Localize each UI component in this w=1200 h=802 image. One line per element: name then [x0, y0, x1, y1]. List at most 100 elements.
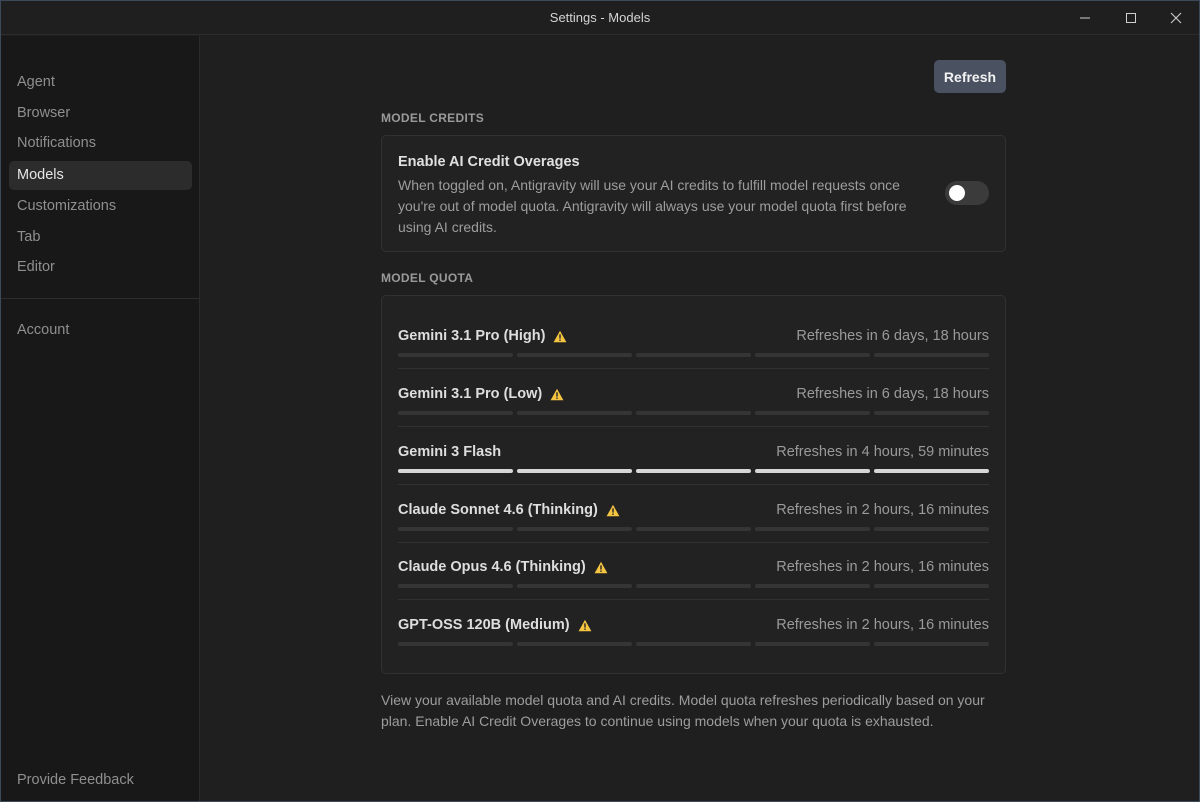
model-quota-row: Claude Sonnet 4.6 (Thinking) Refreshes in… [398, 488, 989, 546]
model-credits-heading: MODEL CREDITS [381, 111, 485, 125]
quota-bar-segment [636, 642, 751, 646]
sidebar-divider [1, 298, 200, 299]
warning-icon [554, 330, 567, 342]
quota-progress-bar [398, 353, 989, 357]
quota-bar-segment [755, 469, 870, 473]
model-quota-row: Gemini 3.1 Pro (Low) Refreshes in 6 days,… [398, 372, 989, 430]
model-quota-row: GPT-OSS 120B (Medium) Refreshes in 2 hour… [398, 603, 989, 661]
quota-bar-segment [874, 353, 989, 357]
quota-refresh-time: Refreshes in 2 hours, 16 minutes [776, 502, 989, 518]
quota-progress-bar [398, 584, 989, 588]
quota-progress-bar [398, 527, 989, 531]
model-quota-row: Gemini 3 Flash Refreshes in 4 hours, 59 m… [398, 430, 989, 488]
model-name: GPT-OSS 120B (Medium) [398, 617, 592, 633]
warning-icon [606, 504, 620, 516]
quota-bar-segment [636, 584, 751, 588]
quota-bar-segment [636, 469, 751, 473]
quota-bar-segment [755, 642, 870, 646]
quota-bar-segment [517, 353, 632, 357]
quota-info-note: View your available model quota and AI c… [381, 692, 985, 729]
sidebar-item-customizations[interactable]: Customizations [9, 192, 192, 221]
quota-progress-bar [398, 469, 989, 473]
model-name: Claude Sonnet 4.6 (Thinking) [398, 502, 620, 518]
model-credits-card: Enable AI Credit Overages When toggled o… [381, 135, 1006, 252]
quota-bar-segment [755, 527, 870, 531]
model-name-label: Gemini 3.1 Pro (High) [398, 328, 546, 344]
model-name-label: Claude Sonnet 4.6 (Thinking) [398, 502, 598, 518]
quota-bar-segment [517, 469, 632, 473]
row-divider [398, 368, 989, 369]
model-name-label: Gemini 3 Flash [398, 444, 502, 460]
quota-bar-segment [398, 527, 513, 531]
model-name: Gemini 3.1 Pro (High) [398, 328, 567, 344]
minimize-icon [1080, 17, 1090, 19]
minimize-button[interactable] [1062, 1, 1108, 35]
sidebar-item-models[interactable]: Models [9, 161, 192, 190]
model-quota-card: Gemini 3.1 Pro (High) Refreshes in 6 days… [381, 295, 1006, 674]
credit-overages-title: Enable AI Credit Overages [398, 154, 580, 170]
quota-bar-segment [874, 642, 989, 646]
quota-refresh-time: Refreshes in 2 hours, 16 minutes [776, 617, 989, 633]
quota-bar-segment [517, 411, 632, 415]
credit-overages-toggle[interactable] [945, 181, 989, 205]
quota-progress-bar [398, 411, 989, 415]
quota-progress-bar [398, 642, 989, 646]
warning-icon [578, 619, 592, 631]
row-divider [398, 484, 989, 485]
sidebar-item-account[interactable]: Account [9, 316, 192, 345]
model-name: Gemini 3 Flash [398, 444, 501, 460]
quota-bar-segment [398, 353, 513, 357]
sidebar-item-browser[interactable]: Browser [9, 99, 192, 128]
model-quota-row: Gemini 3.1 Pro (High) Refreshes in 6 days… [398, 314, 989, 372]
quota-bar-segment [874, 411, 989, 415]
provide-feedback-link[interactable]: Provide Feedback [9, 767, 192, 793]
quota-bar-segment [517, 584, 632, 588]
close-icon [1170, 12, 1182, 24]
quota-bar-segment [636, 353, 751, 357]
quota-refresh-time: Refreshes in 6 days, 18 hours [796, 328, 989, 344]
warning-icon [594, 561, 608, 573]
maximize-button[interactable] [1108, 1, 1154, 35]
close-button[interactable] [1153, 1, 1199, 35]
row-divider [398, 542, 989, 543]
warning-icon [550, 388, 564, 400]
model-name-label: Claude Opus 4.6 (Thinking) [398, 559, 586, 575]
toggle-knob [949, 185, 965, 201]
model-name: Claude Opus 4.6 (Thinking) [398, 559, 608, 575]
model-quota-heading: MODEL QUOTA [381, 271, 474, 285]
quota-bar-segment [517, 642, 632, 646]
quota-bar-segment [636, 527, 751, 531]
quota-bar-segment [874, 527, 989, 531]
row-divider [398, 426, 989, 427]
quota-bar-segment [755, 353, 870, 357]
sidebar-item-tab[interactable]: Tab [9, 223, 192, 252]
model-quota-row: Claude Opus 4.6 (Thinking) Refreshes in 2… [398, 545, 989, 603]
models-settings-panel: Refresh MODEL CREDITS Enable AI Credit O… [201, 36, 1199, 801]
quota-bar-segment [517, 527, 632, 531]
credit-overages-description: When toggled on, Antigravity will use yo… [398, 177, 907, 235]
quota-bar-segment [398, 411, 513, 415]
quota-bar-segment [755, 584, 870, 588]
settings-window: Settings - Models Agent Browser Notifica… [0, 0, 1200, 802]
quota-bar-segment [398, 469, 513, 473]
model-name-label: Gemini 3.1 Pro (Low) [398, 386, 543, 402]
title-bar: Settings - Models [1, 1, 1199, 35]
window-title: Settings - Models [549, 10, 651, 25]
quota-refresh-time: Refreshes in 2 hours, 16 minutes [776, 559, 989, 575]
sidebar-item-notifications[interactable]: Notifications [9, 129, 192, 158]
quota-bar-segment [874, 469, 989, 473]
refresh-button[interactable]: Refresh [934, 60, 1006, 93]
quota-refresh-time: Refreshes in 6 days, 18 hours [796, 386, 989, 402]
quota-bar-segment [636, 411, 751, 415]
row-divider [398, 599, 989, 600]
sidebar-item-agent[interactable]: Agent [9, 68, 192, 97]
quota-bar-segment [398, 642, 513, 646]
maximize-icon [1126, 13, 1136, 23]
quota-bar-segment [755, 411, 870, 415]
settings-sidebar: Agent Browser Notifications Models Custo… [1, 36, 200, 801]
quota-bar-segment [874, 584, 989, 588]
quota-bar-segment [398, 584, 513, 588]
sidebar-item-editor[interactable]: Editor [9, 253, 192, 282]
model-name-label: GPT-OSS 120B (Medium) [398, 617, 570, 633]
model-name: Gemini 3.1 Pro (Low) [398, 386, 564, 402]
